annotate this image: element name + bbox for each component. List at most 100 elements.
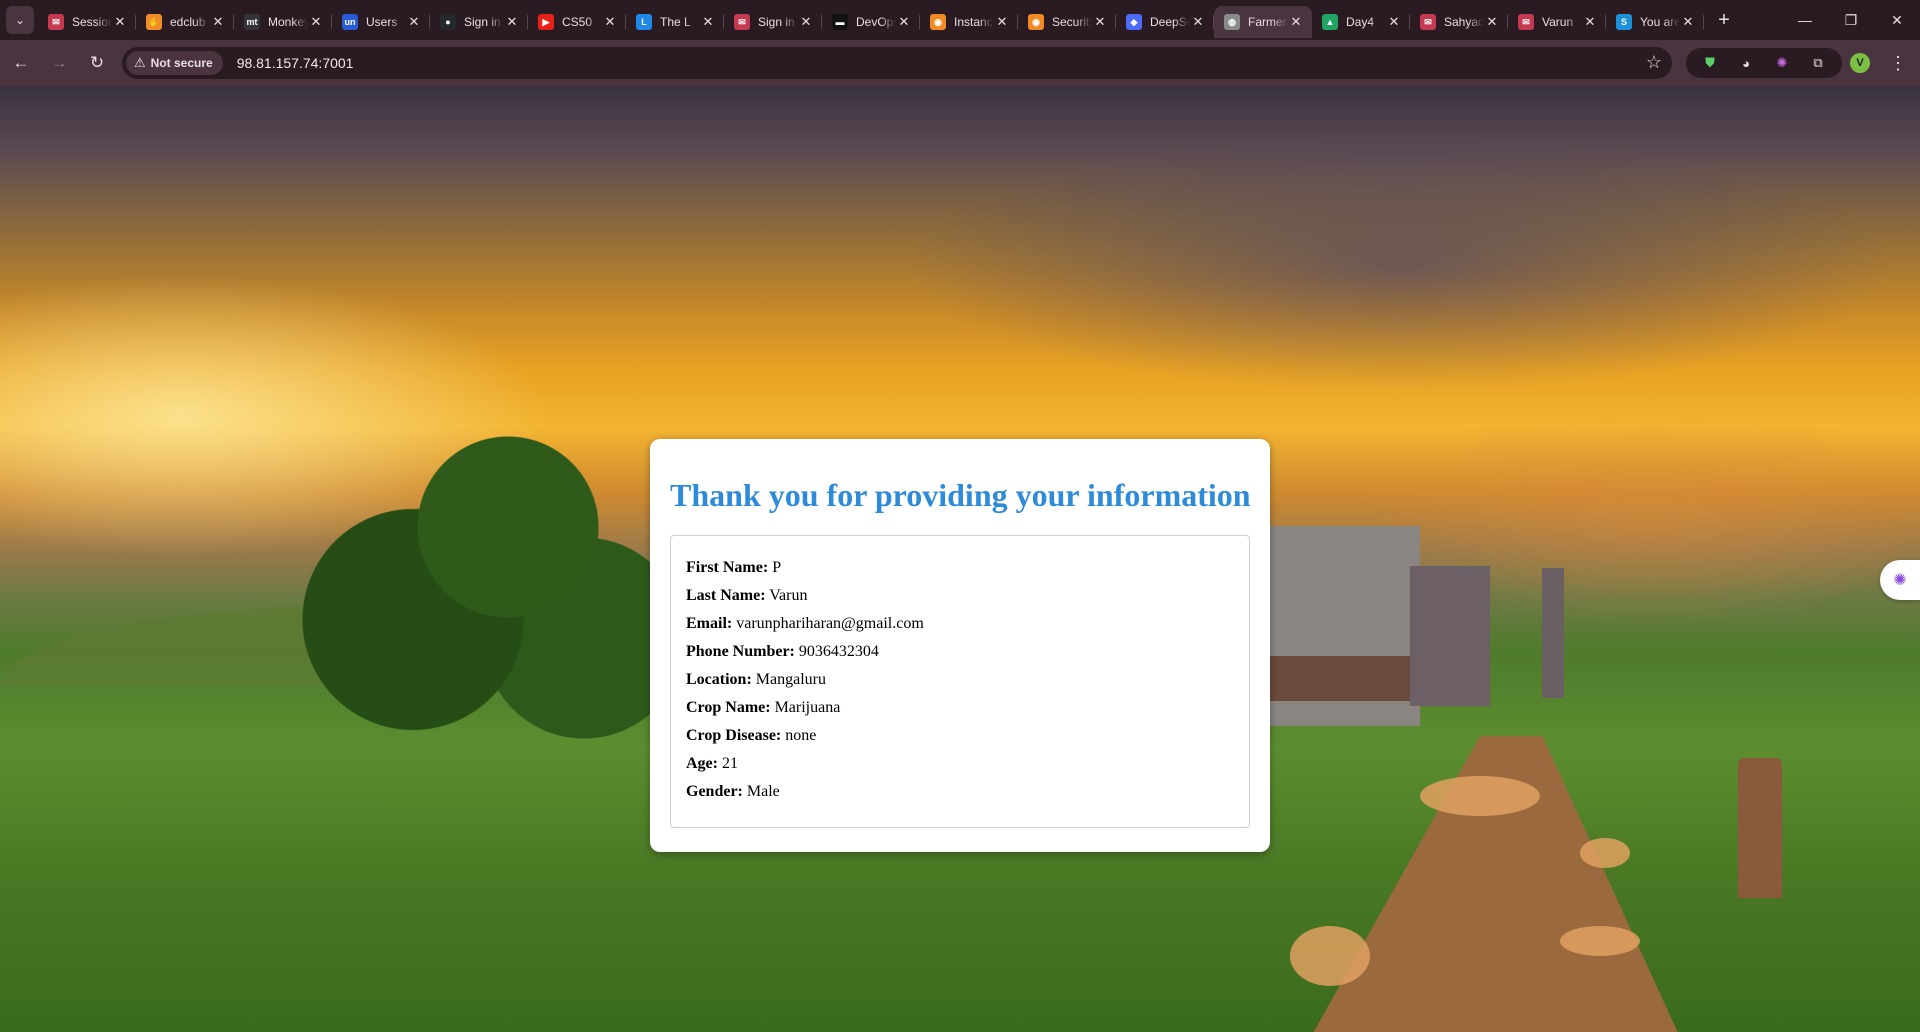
info-label: Last Name:: [686, 587, 766, 604]
tab-title: edclub: [170, 15, 206, 29]
tab-5[interactable]: ▶ CS50 ✕: [528, 6, 626, 38]
info-label: Crop Name:: [686, 699, 771, 716]
arrow-left-icon: ←: [12, 53, 30, 72]
extensions-area: ⛊ ◕ ✺ ⧉: [1686, 48, 1842, 78]
browser-toolbar: ← → ↻ ⚠ Not secure 98.81.157.74:7001 ☆ ⛊…: [0, 40, 1920, 86]
profile-avatar[interactable]: V: [1850, 53, 1870, 73]
info-label: Location:: [686, 671, 752, 688]
info-row: Email: varunphariharan@gmail.com: [686, 610, 1234, 638]
tab-8[interactable]: ▬ DevOps ✕: [822, 6, 920, 38]
tab-14[interactable]: ✉ Sahyadri✕: [1410, 6, 1508, 38]
tab-0[interactable]: ✉ Session ✕: [38, 6, 136, 38]
tab-close-icon[interactable]: ✕: [504, 14, 520, 30]
tab-15[interactable]: ✉ Varun ✕: [1508, 6, 1606, 38]
plus-icon: +: [1718, 8, 1730, 31]
warning-icon: ⚠: [134, 55, 146, 70]
info-value: P: [772, 559, 782, 576]
tab-close-icon[interactable]: ✕: [210, 14, 226, 30]
forward-button[interactable]: →: [42, 46, 76, 80]
tab-12[interactable]: ◍ Farmer ✕: [1214, 6, 1312, 38]
info-label: Crop Disease:: [686, 727, 782, 744]
close-window-button[interactable]: ✕: [1874, 0, 1920, 40]
restore-button[interactable]: ❐: [1828, 0, 1874, 40]
tab-close-icon[interactable]: ✕: [602, 14, 618, 30]
confirmation-card: Thank you for providing your information…: [650, 439, 1270, 852]
background-chimney: [1542, 568, 1564, 698]
page-viewport: ✺ Thank you for providing your informati…: [0, 86, 1920, 1032]
brain-extension-icon[interactable]: ✺: [1771, 52, 1793, 74]
more-menu-icon[interactable]: ⋮: [1886, 50, 1910, 76]
tab-11[interactable]: ◆ DeepSeek✕: [1116, 6, 1214, 38]
new-tab-button[interactable]: +: [1710, 6, 1738, 34]
info-value: none: [785, 727, 817, 744]
tab-13[interactable]: ▲ Day4 ✕: [1312, 6, 1410, 38]
info-row: First Name: P: [686, 554, 1234, 582]
back-button[interactable]: ←: [4, 46, 38, 80]
tab-title: DeepSeek: [1150, 15, 1190, 29]
tab-close-icon[interactable]: ✕: [112, 14, 128, 30]
tab-1[interactable]: ✋ edclub ✕: [136, 6, 234, 38]
tab-title: DevOps: [856, 15, 896, 29]
un-icon: un: [342, 14, 358, 30]
tab-2[interactable]: mt Monkeytype✕: [234, 6, 332, 38]
info-value: Male: [746, 783, 780, 800]
background-buildings: [1260, 476, 1590, 776]
window-controls: — ❐ ✕: [1782, 0, 1920, 40]
info-row: Location: Mangaluru: [686, 666, 1234, 694]
shield-extension-icon[interactable]: ⛊: [1699, 52, 1721, 74]
tab-search-button[interactable]: ⌄: [6, 6, 34, 34]
tab-close-icon[interactable]: ✕: [1582, 14, 1598, 30]
chevron-down-icon: ⌄: [14, 13, 26, 27]
url-text[interactable]: 98.81.157.74:7001: [237, 55, 354, 71]
background-roof: [1260, 656, 1420, 701]
info-row: Last Name: Varun: [686, 582, 1234, 610]
tab-close-icon[interactable]: ✕: [406, 14, 422, 30]
tab-16[interactable]: S You are ✕: [1606, 6, 1704, 38]
info-label: Email:: [686, 615, 733, 632]
tab-close-icon[interactable]: ✕: [700, 14, 716, 30]
tab-close-icon[interactable]: ✕: [798, 14, 814, 30]
github-icon: ●: [440, 14, 456, 30]
arrow-right-icon: →: [50, 53, 68, 72]
tab-close-icon[interactable]: ✕: [1288, 14, 1304, 30]
tab-6[interactable]: L The L ✕: [626, 6, 724, 38]
tab-close-icon[interactable]: ✕: [1190, 14, 1206, 30]
minimize-button[interactable]: —: [1782, 0, 1828, 40]
tab-close-icon[interactable]: ✕: [1092, 14, 1108, 30]
close-icon: ✕: [1891, 11, 1903, 28]
background-trees: [280, 416, 660, 786]
security-label: Not secure: [150, 56, 213, 70]
bookmark-star-icon[interactable]: ☆: [1646, 52, 1662, 73]
tab-title: Monkeytype: [268, 15, 308, 29]
tab-10[interactable]: ◉ Security ✕: [1018, 6, 1116, 38]
tab-title: Instance: [954, 15, 994, 29]
tab-close-icon[interactable]: ✕: [896, 14, 912, 30]
tab-close-icon[interactable]: ✕: [1484, 14, 1500, 30]
info-label: Age:: [686, 755, 718, 772]
tab-3[interactable]: un Users ✕: [332, 6, 430, 38]
puzzle-extensions-icon[interactable]: ⧉: [1807, 52, 1829, 74]
tab-4[interactable]: ● Sign in ✕: [430, 6, 528, 38]
tab-title: Sign in: [758, 15, 795, 29]
tab-strip: ⌄ ✉Session✕✋edclub✕mtMonkeytype✕unUsers✕…: [0, 0, 1920, 40]
tab-title: Sahyadri: [1444, 15, 1484, 29]
reload-button[interactable]: ↻: [80, 46, 114, 80]
background-tower: [1410, 566, 1490, 706]
security-chip[interactable]: ⚠ Not secure: [126, 51, 223, 75]
mail-icon: ✉: [734, 14, 750, 30]
reload-icon: ↻: [89, 53, 105, 72]
devops-icon: ▬: [832, 14, 848, 30]
address-bar[interactable]: ⚠ Not secure 98.81.157.74:7001 ☆: [122, 47, 1672, 79]
tab-9[interactable]: ◉ Instance✕: [920, 6, 1018, 38]
tab-close-icon[interactable]: ✕: [994, 14, 1010, 30]
spy-extension-icon[interactable]: ◕: [1735, 52, 1757, 74]
s-icon: S: [1616, 14, 1632, 30]
tab-close-icon[interactable]: ✕: [1680, 14, 1696, 30]
tab-close-icon[interactable]: ✕: [1386, 14, 1402, 30]
info-row: Phone Number: 9036432304: [686, 638, 1234, 666]
side-extension-button[interactable]: ✺: [1880, 560, 1920, 600]
info-value: Varun: [769, 587, 808, 604]
info-row: Crop Disease: none: [686, 722, 1234, 750]
tab-close-icon[interactable]: ✕: [308, 14, 324, 30]
tab-7[interactable]: ✉ Sign in ✕: [724, 6, 822, 38]
